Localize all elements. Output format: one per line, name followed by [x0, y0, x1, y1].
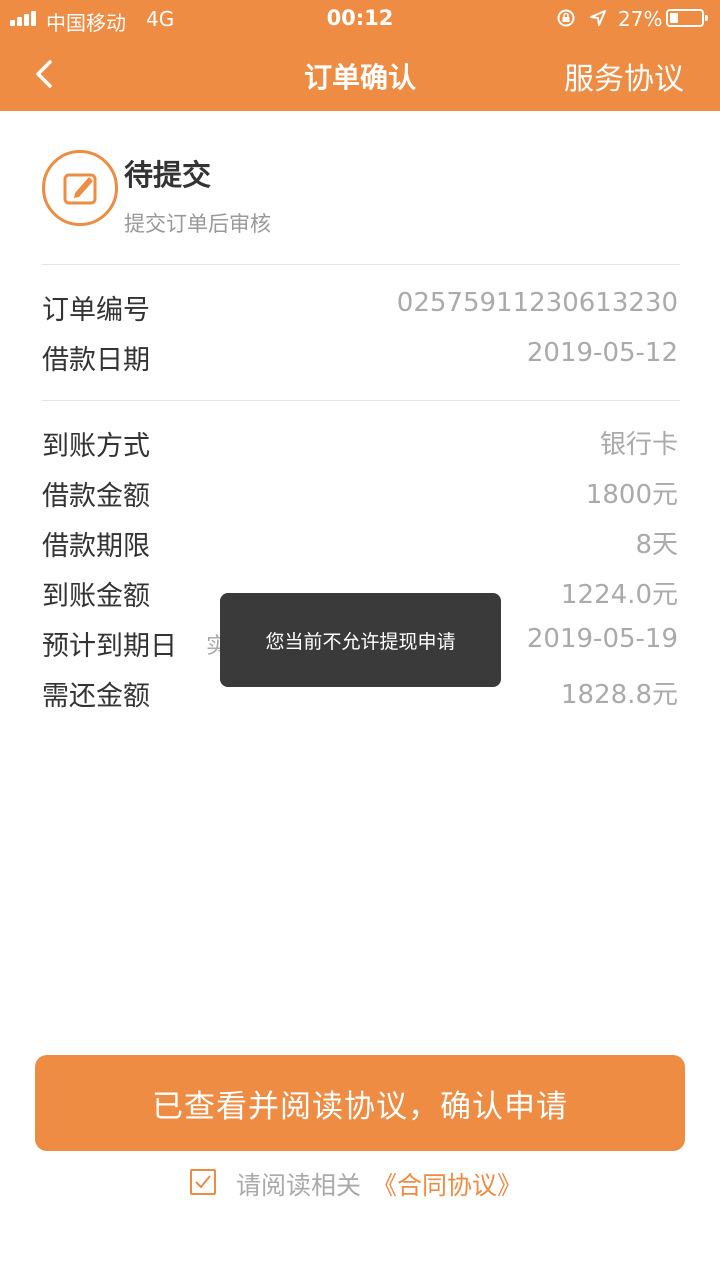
status-bar: 中国移动 4G 00:12 27% [0, 0, 720, 36]
agreement-row: 请阅读相关 《合同协议》 [0, 1166, 720, 1202]
clock: 00:12 [326, 6, 394, 30]
loan-date-row: 借款日期 2019-05-12 [42, 338, 678, 378]
row-label: 借款期限 [42, 531, 150, 562]
row-label: 需还金额 [42, 681, 150, 712]
agreement-checkbox[interactable] [190, 1169, 216, 1195]
row-value: 2019-05-12 [526, 338, 678, 368]
payout-method-row: 到账方式 银行卡 [42, 424, 678, 464]
loan-amount-row: 借款金额 1800元 [42, 474, 678, 514]
service-agreement-link[interactable]: 服务协议 [564, 54, 684, 98]
contract-agreement-link[interactable]: 《合同协议》 [372, 1166, 522, 1202]
row-label: 借款金额 [42, 481, 150, 512]
divider [42, 264, 680, 265]
row-label: 到账金额 [42, 581, 150, 612]
navigation-bar: 订单确认 服务协议 [0, 36, 720, 111]
loan-term-row: 借款期限 8天 [42, 524, 678, 564]
location-arrow-icon [590, 10, 606, 26]
row-value: 2019-05-19 [526, 624, 678, 654]
row-value: 银行卡 [599, 430, 678, 460]
row-label: 预计到期日 [42, 631, 177, 662]
divider [42, 400, 680, 401]
order-status: 待提交 提交订单后审核 [42, 148, 682, 238]
row-value: 1800元 [585, 480, 678, 510]
row-value: 02575911230613230 [396, 288, 678, 318]
status-title: 待提交 [124, 158, 212, 192]
status-subtitle: 提交订单后审核 [124, 212, 271, 236]
row-label: 订单编号 [42, 295, 150, 326]
checkmark-icon [195, 1175, 211, 1189]
row-value: 1224.0元 [561, 580, 678, 610]
battery-icon [666, 9, 708, 27]
battery-percentage: 27% [618, 7, 663, 31]
edit-document-icon [42, 150, 118, 226]
row-label: 借款日期 [42, 345, 150, 376]
row-label: 到账方式 [42, 431, 150, 462]
toast-message: 您当前不允许提现申请 [220, 593, 501, 687]
order-number-row: 订单编号 02575911230613230 [42, 288, 678, 328]
row-value: 1828.8元 [561, 680, 678, 710]
confirm-apply-button[interactable]: 已查看并阅读协议，确认申请 [35, 1055, 685, 1151]
agreement-prefix: 请阅读相关 [236, 1171, 362, 1200]
rotation-lock-icon [557, 9, 575, 27]
row-value: 8天 [635, 530, 678, 560]
